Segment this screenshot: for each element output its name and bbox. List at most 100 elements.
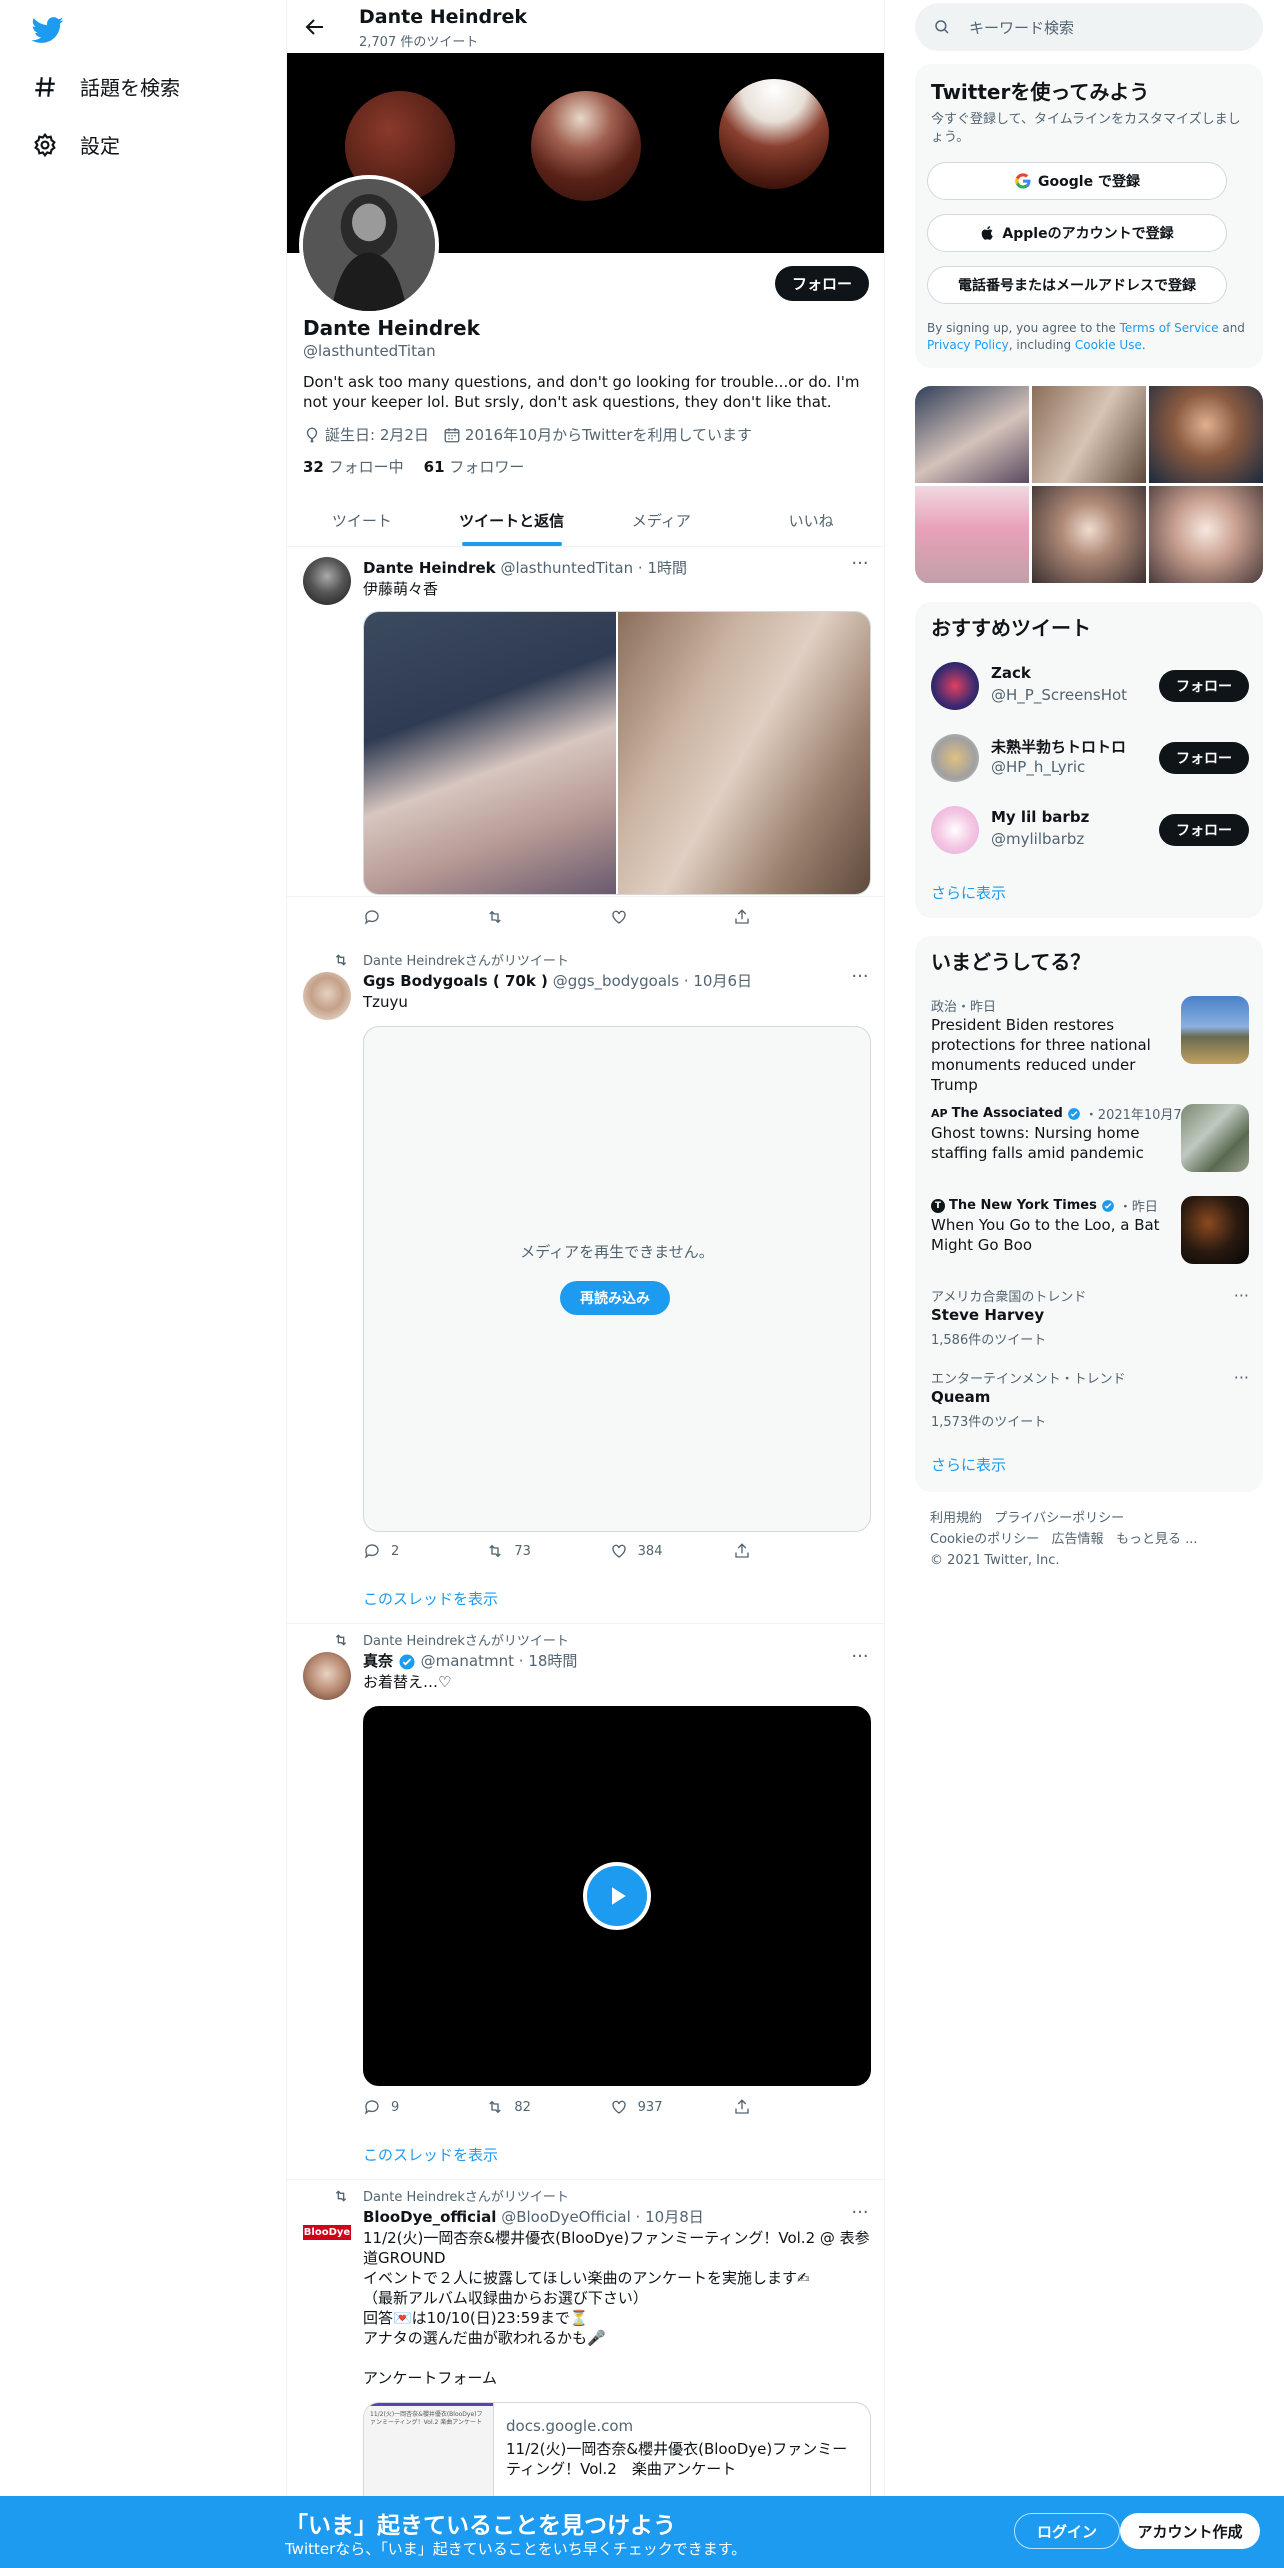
tweet-author-handle[interactable]: @ggs_bodygoals <box>553 972 679 990</box>
share-button[interactable] <box>733 1542 793 1560</box>
retweet-button[interactable]: 82 <box>486 2098 546 2116</box>
nav-explore[interactable]: 話題を検索 <box>32 72 180 101</box>
user-name[interactable]: Zack <box>991 664 1031 682</box>
wtf-user[interactable]: 未熟半勃ちトロトロ @HP_h_Lyric フォロー <box>931 728 1249 788</box>
more-options-icon[interactable]: ··· <box>850 555 870 579</box>
show-thread-link[interactable]: このスレッドを表示 <box>363 1588 498 1609</box>
wtf-show-more[interactable]: さらに表示 <box>931 882 1006 903</box>
user-name[interactable]: My lil barbz <box>991 808 1089 826</box>
reload-button[interactable]: 再読み込み <box>560 1281 670 1315</box>
more-options-icon[interactable]: ··· <box>850 968 870 992</box>
user-avatar[interactable] <box>931 734 979 782</box>
profile-avatar[interactable] <box>299 175 439 315</box>
reply-button[interactable]: 2 <box>363 1542 423 1560</box>
google-signup-button[interactable]: Google で登録 <box>927 162 1227 200</box>
like-button[interactable] <box>610 908 670 926</box>
tweet-author-name[interactable]: BlooDye_official <box>363 2208 496 2226</box>
user-avatar[interactable] <box>931 806 979 854</box>
share-button[interactable] <box>733 2098 793 2116</box>
trend-item[interactable]: 政治・昨日 President Biden restores protectio… <box>931 996 1249 1094</box>
trend-title[interactable]: Ghost towns: Nursing home staffing falls… <box>931 1123 1161 1163</box>
media-thumbnail[interactable] <box>915 386 1029 483</box>
phone-email-signup-button[interactable]: 電話番号またはメールアドレスで登録 <box>927 266 1227 304</box>
tab-likes[interactable]: いいね <box>736 494 884 546</box>
login-button[interactable]: ログイン <box>1014 2513 1120 2549</box>
footer-link[interactable]: 利用規約 <box>930 1511 982 1526</box>
footer-link[interactable]: もっと見る ... <box>1116 1532 1198 1547</box>
reply-button[interactable]: 9 <box>363 2098 423 2116</box>
tweet-avatar[interactable] <box>303 557 351 605</box>
tweet-author-name[interactable]: 真奈 <box>363 1652 393 1670</box>
tweet-avatar[interactable] <box>303 972 351 1020</box>
like-button[interactable]: 384 <box>610 1542 670 1560</box>
show-thread-link[interactable]: このスレッドを表示 <box>363 2144 498 2165</box>
tweet-time[interactable]: 18時間 <box>528 1652 577 1670</box>
more-options-icon[interactable]: ··· <box>1234 1286 1249 1305</box>
twitter-logo-icon[interactable] <box>32 14 64 46</box>
tab-tweets[interactable]: ツイート <box>287 494 437 546</box>
follow-button[interactable]: フォロー <box>1159 742 1249 774</box>
trend-item[interactable]: エンターテインメント・トレンド Queam 1,573件のツイート ··· <box>931 1368 1249 1430</box>
user-handle[interactable]: @mylilbarbz <box>991 830 1084 848</box>
tweet-author-name[interactable]: Dante Heindrek <box>363 559 496 577</box>
follow-button[interactable]: フォロー <box>1159 670 1249 702</box>
tweet-media[interactable] <box>363 611 871 895</box>
trend-item[interactable]: AP The Associated ・2021年10月7日 Ghost town… <box>931 1104 1249 1176</box>
trend-title[interactable]: Steve Harvey <box>931 1305 1249 1325</box>
trend-thumbnail[interactable] <box>1181 996 1249 1064</box>
more-options-icon[interactable]: ··· <box>850 1648 870 1672</box>
retweet-button[interactable]: 73 <box>486 1542 546 1560</box>
create-account-button[interactable]: アカウント作成 <box>1120 2513 1260 2549</box>
media-thumbnail[interactable] <box>1032 486 1146 583</box>
play-button-icon[interactable] <box>583 1862 651 1930</box>
more-options-icon[interactable]: ··· <box>850 2204 870 2228</box>
tweet-time[interactable]: 10月6日 <box>693 972 752 990</box>
media-thumbnail[interactable] <box>1149 386 1263 483</box>
trend-title[interactable]: Queam <box>931 1387 1249 1407</box>
like-button[interactable]: 937 <box>610 2098 670 2116</box>
nav-settings[interactable]: 設定 <box>32 130 120 159</box>
tab-media[interactable]: メディア <box>587 494 737 546</box>
trend-title[interactable]: When You Go to the Loo, a Bat Might Go B… <box>931 1215 1161 1255</box>
footer-link[interactable]: 広告情報 <box>1052 1532 1104 1547</box>
apple-signup-button[interactable]: Appleのアカウントで登録 <box>927 214 1227 252</box>
trend-title[interactable]: President Biden restores protections for… <box>931 1015 1161 1095</box>
user-handle[interactable]: @H_P_ScreensHot <box>991 686 1127 704</box>
profile-follow-button[interactable]: フォロー <box>775 266 869 301</box>
tweet-photo[interactable] <box>618 612 870 894</box>
back-arrow-icon[interactable] <box>303 15 327 39</box>
tweet-photo[interactable] <box>364 612 616 894</box>
tweet-author-handle[interactable]: @BlooDyeOfficial <box>501 2208 631 2226</box>
trend-item[interactable]: アメリカ合衆国のトレンド Steve Harvey 1,586件のツイート ··… <box>931 1286 1249 1348</box>
media-thumbnail[interactable] <box>1149 486 1263 583</box>
media-thumbnail[interactable] <box>915 486 1029 583</box>
tweet-time[interactable]: 10月8日 <box>645 2208 704 2226</box>
following-link[interactable]: 32 フォロー中 <box>303 456 404 477</box>
user-name[interactable]: 未熟半勃ちトロトロ <box>991 736 1126 757</box>
tweet-avatar[interactable]: BlooDye <box>303 2210 351 2254</box>
trend-thumbnail[interactable] <box>1181 1196 1249 1264</box>
footer-link[interactable]: プライバシーポリシー <box>994 1511 1124 1526</box>
wtf-user[interactable]: My lil barbz @mylilbarbz フォロー <box>931 800 1249 860</box>
privacy-link[interactable]: Privacy Policy <box>927 338 1009 352</box>
followers-link[interactable]: 61 フォロワー <box>424 456 525 477</box>
reply-button[interactable] <box>363 908 423 926</box>
tweet-author-handle[interactable]: @manatmnt <box>421 1652 514 1670</box>
media-thumbnail[interactable] <box>1032 386 1146 483</box>
search-input[interactable]: キーワード検索 <box>969 17 1074 38</box>
tweet-author-handle[interactable]: @lasthuntedTitan <box>500 559 633 577</box>
tweet-avatar[interactable] <box>303 1652 351 1700</box>
trend-thumbnail[interactable] <box>1181 1104 1249 1172</box>
footer-link[interactable]: Cookieのポリシー <box>930 1532 1039 1547</box>
retweet-button[interactable] <box>486 908 546 926</box>
more-options-icon[interactable]: ··· <box>1234 1368 1249 1387</box>
trend-item[interactable]: T The New York Times ・昨日 When You Go to … <box>931 1196 1249 1268</box>
tweet[interactable]: Dante Heindrek @lasthuntedTitan · 1時間 ··… <box>287 547 884 897</box>
user-handle[interactable]: @HP_h_Lyric <box>991 758 1085 776</box>
wtf-user[interactable]: Zack @H_P_ScreensHot フォロー <box>931 656 1249 716</box>
terms-link[interactable]: Terms of Service <box>1120 321 1219 335</box>
search-box[interactable]: キーワード検索 <box>915 3 1263 51</box>
cookie-link[interactable]: Cookie Use <box>1075 338 1142 352</box>
tweet-author-name[interactable]: Ggs Bodygoals ( 70k ) <box>363 972 548 990</box>
tweet[interactable]: Dante Heindrekさんがリツイート Ggs Bodygoals ( 7… <box>287 942 884 1624</box>
